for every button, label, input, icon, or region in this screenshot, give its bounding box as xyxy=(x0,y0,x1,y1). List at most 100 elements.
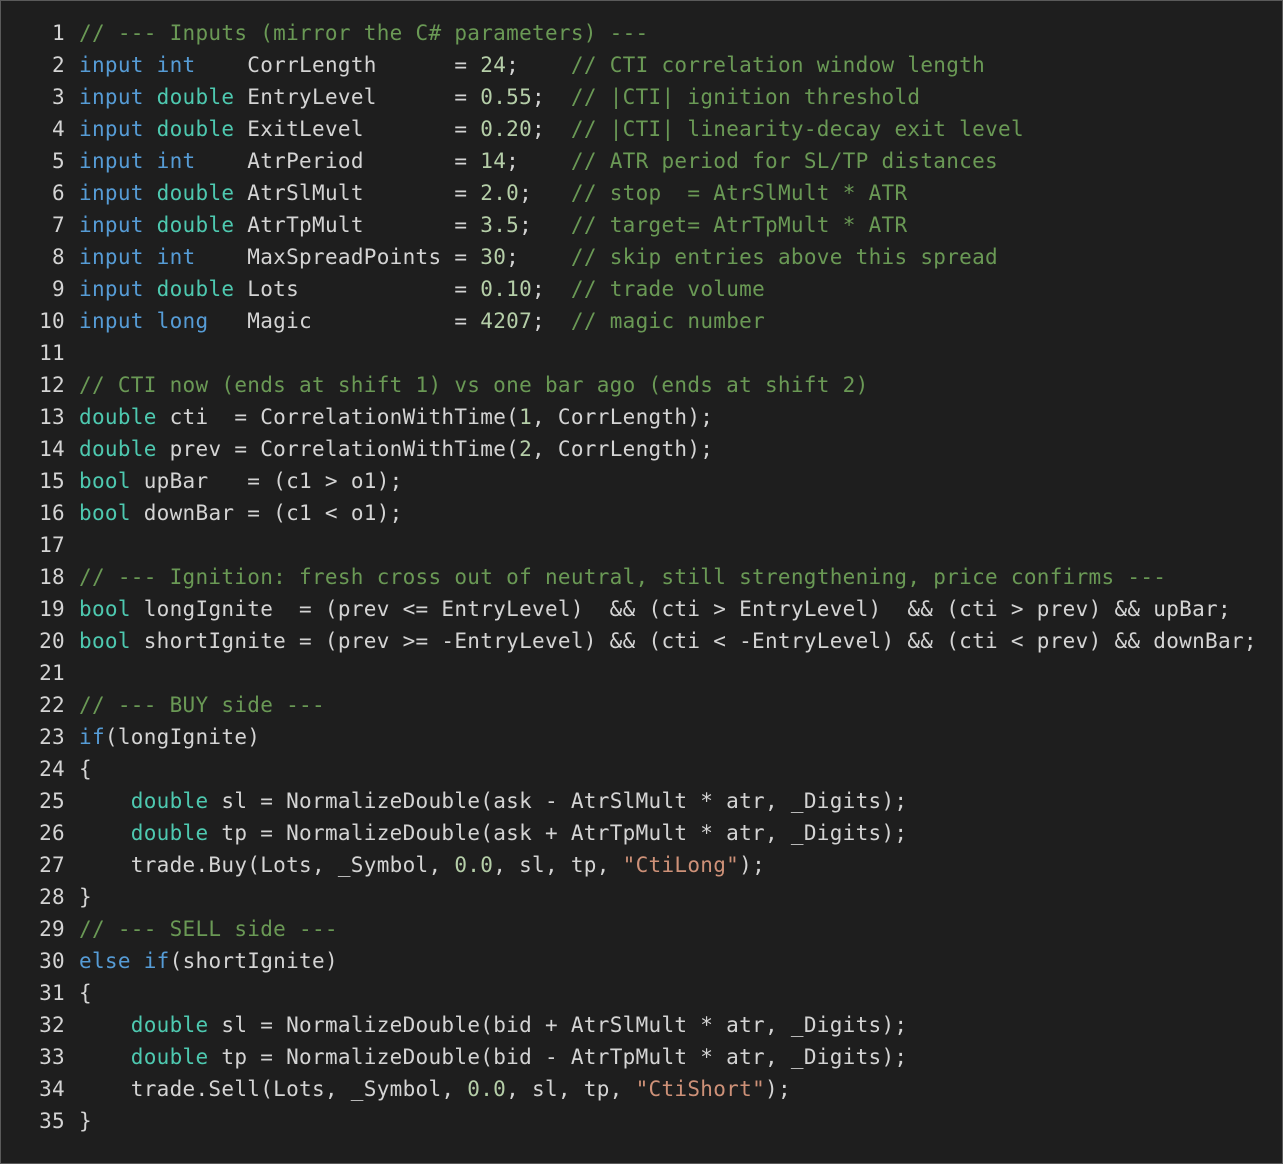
line-content: // --- SELL side --- xyxy=(79,913,338,945)
line-content: bool shortIgnite = (prev >= -EntryLevel)… xyxy=(79,625,1257,657)
type-token: double xyxy=(156,277,235,301)
text-token: ; xyxy=(506,53,571,77)
line-number: 9 xyxy=(52,277,65,301)
line-number: 3 xyxy=(52,85,65,109)
line-number: 28 xyxy=(39,885,65,909)
keyword-token: input xyxy=(79,213,144,237)
type-token: double xyxy=(130,1013,209,1037)
code-line[interactable]: 3 input double EntryLevel = 0.55; // |CTI… xyxy=(1,81,1282,113)
keyword-token: int xyxy=(156,53,196,77)
code-line[interactable]: 20 bool shortIgnite = (prev >= -EntryLeve… xyxy=(1,625,1282,657)
code-line[interactable]: 7 input double AtrTpMult = 3.5; // target… xyxy=(1,209,1282,241)
line-number: 1 xyxy=(52,21,65,45)
line-content: bool longIgnite = (prev <= EntryLevel) &… xyxy=(79,593,1231,625)
code-line[interactable]: 26 double tp = NormalizeDouble(ask + Atr… xyxy=(1,817,1282,849)
code-line[interactable]: 31 { xyxy=(1,977,1282,1009)
type-token: bool xyxy=(79,469,131,493)
code-line[interactable]: 24 { xyxy=(1,753,1282,785)
line-number: 12 xyxy=(39,373,65,397)
code-line[interactable]: 32 double sl = NormalizeDouble(bid + Atr… xyxy=(1,1009,1282,1041)
type-token: bool xyxy=(79,629,131,653)
code-line[interactable]: 9 input double Lots = 0.10; // trade volu… xyxy=(1,273,1282,305)
code-area[interactable]: 1 // --- Inputs (mirror the C# parameters… xyxy=(1,17,1282,1137)
text-token: Magic = xyxy=(208,309,481,333)
code-line[interactable]: 21 xyxy=(1,657,1282,689)
line-number: 30 xyxy=(39,949,65,973)
keyword-token: if xyxy=(79,725,105,749)
text-token: ; xyxy=(532,277,571,301)
code-line[interactable]: 19 bool longIgnite = (prev <= EntryLevel)… xyxy=(1,593,1282,625)
keyword-token: long xyxy=(156,309,209,333)
text-token: { xyxy=(79,757,92,781)
line-content: double cti = CorrelationWithTime(1, Corr… xyxy=(79,401,713,433)
code-line[interactable]: 29 // --- SELL side --- xyxy=(1,913,1282,945)
code-line[interactable]: 28} xyxy=(1,881,1282,913)
text-token: downBar = (c1 < o1); xyxy=(130,501,403,525)
code-line[interactable]: 23 if(longIgnite) xyxy=(1,721,1282,753)
keyword-token: input xyxy=(79,277,144,301)
code-line[interactable]: 30 else if(shortIgnite) xyxy=(1,945,1282,977)
text-token: trade.Sell(Lots, _Symbol, xyxy=(79,1077,468,1101)
code-line[interactable]: 17 xyxy=(1,529,1282,561)
code-line[interactable]: 2 input int CorrLength = 24; // CTI corre… xyxy=(1,49,1282,81)
line-content: // --- BUY side --- xyxy=(79,689,325,721)
text-token: ; xyxy=(532,117,571,141)
code-line[interactable]: 14 double prev = CorrelationWithTime(2, C… xyxy=(1,433,1282,465)
comment-token: // skip entries above this spread xyxy=(570,245,998,269)
number-token: 0.0 xyxy=(467,1077,507,1101)
code-line[interactable]: 15 bool upBar = (c1 > o1); xyxy=(1,465,1282,497)
text-token: cti = CorrelationWithTime( xyxy=(156,405,520,429)
text-token: } xyxy=(79,1109,92,1133)
text-token: sl = NormalizeDouble(bid + AtrSlMult * a… xyxy=(208,1013,908,1037)
number-token: 4207 xyxy=(480,309,533,333)
text-token: ; xyxy=(532,309,571,333)
text-token: CorrLength = xyxy=(195,53,481,77)
text-token: ; xyxy=(519,213,571,237)
code-line[interactable]: 1 // --- Inputs (mirror the C# parameters… xyxy=(1,17,1282,49)
code-line[interactable]: 12 // CTI now (ends at shift 1) vs one ba… xyxy=(1,369,1282,401)
code-line[interactable]: 34 trade.Sell(Lots, _Symbol, 0.0, sl, tp… xyxy=(1,1073,1282,1105)
text-token: prev = CorrelationWithTime( xyxy=(156,437,520,461)
code-line[interactable]: 13 double cti = CorrelationWithTime(1, Co… xyxy=(1,401,1282,433)
line-number: 34 xyxy=(39,1077,65,1101)
comment-token: // --- Inputs (mirror the C# parameters)… xyxy=(79,21,649,45)
code-line[interactable]: 16 bool downBar = (c1 < o1); xyxy=(1,497,1282,529)
line-number: 17 xyxy=(39,533,65,557)
line-content: input double EntryLevel = 0.55; // |CTI|… xyxy=(79,81,920,113)
string-token: "CtiLong" xyxy=(622,853,740,877)
code-line[interactable]: 10 input long Magic = 4207; // magic numb… xyxy=(1,305,1282,337)
code-line[interactable]: 4 input double ExitLevel = 0.20; // |CTI|… xyxy=(1,113,1282,145)
code-editor[interactable]: 1 // --- Inputs (mirror the C# parameters… xyxy=(0,0,1283,1164)
text-token: ExitLevel = xyxy=(234,117,481,141)
line-number: 7 xyxy=(52,213,65,237)
line-number: 25 xyxy=(39,789,65,813)
code-line[interactable]: 27 trade.Buy(Lots, _Symbol, 0.0, sl, tp,… xyxy=(1,849,1282,881)
line-number: 19 xyxy=(39,597,65,621)
code-line[interactable]: 8 input int MaxSpreadPoints = 30; // skip… xyxy=(1,241,1282,273)
line-number: 27 xyxy=(39,853,65,877)
code-line[interactable]: 18 // --- Ignition: fresh cross out of ne… xyxy=(1,561,1282,593)
line-number: 21 xyxy=(39,661,65,685)
code-line[interactable]: 35} xyxy=(1,1105,1282,1137)
code-line[interactable]: 5 input int AtrPeriod = 14; // ATR period… xyxy=(1,145,1282,177)
number-token: 0.55 xyxy=(480,85,533,109)
number-token: 2.0 xyxy=(480,181,520,205)
number-token: 14 xyxy=(480,149,507,173)
code-line[interactable]: 33 double tp = NormalizeDouble(bid - Atr… xyxy=(1,1041,1282,1073)
line-number: 10 xyxy=(39,309,65,333)
code-line[interactable]: 6 input double AtrSlMult = 2.0; // stop =… xyxy=(1,177,1282,209)
text-token: AtrSlMult = xyxy=(234,181,481,205)
comment-token: // target= AtrTpMult * ATR xyxy=(570,213,908,237)
line-number: 20 xyxy=(39,629,65,653)
text-token: sl = NormalizeDouble(ask - AtrSlMult * a… xyxy=(208,789,908,813)
code-line[interactable]: 25 double sl = NormalizeDouble(ask - Atr… xyxy=(1,785,1282,817)
code-line[interactable]: 22 // --- BUY side --- xyxy=(1,689,1282,721)
code-line[interactable]: 11 xyxy=(1,337,1282,369)
keyword-token: input xyxy=(79,85,144,109)
